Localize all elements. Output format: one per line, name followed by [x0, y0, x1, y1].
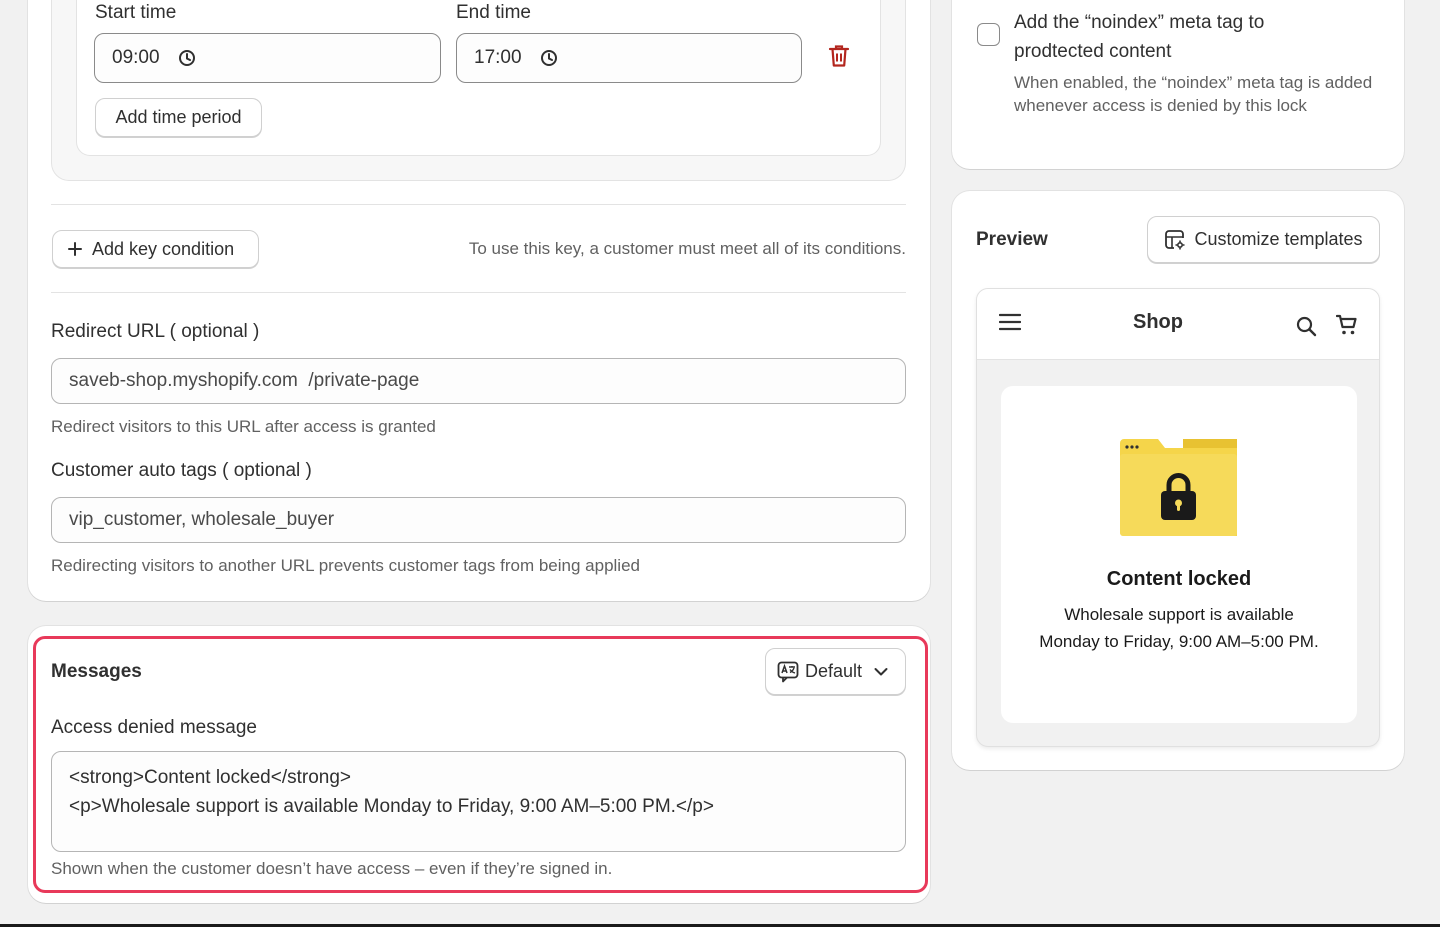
- divider: [51, 204, 906, 205]
- preview-title: Preview: [976, 229, 1048, 250]
- trash-icon[interactable]: [828, 44, 850, 68]
- redirect-url-input[interactable]: saveb-shop.myshopify.com /private-page: [51, 358, 906, 404]
- end-time-label: End time: [456, 2, 531, 23]
- key-settings-card: Start time End time 09:00 17:00 Add time…: [28, 0, 930, 601]
- add-key-condition-label: Add key condition: [92, 238, 235, 259]
- storefront-preview: Shop Content locked Wholesale support is…: [976, 288, 1380, 747]
- clock-icon: [540, 49, 558, 67]
- customize-templates-button[interactable]: Customize templates: [1147, 216, 1380, 263]
- noindex-label-line-1: Add the “noindex” meta tag to: [1014, 12, 1265, 33]
- locked-content-card: Content locked Wholesale support is avai…: [1001, 386, 1357, 723]
- access-denied-line-2: <p>Wholesale support is available Monday…: [69, 796, 714, 817]
- add-time-period-label: Add time period: [115, 107, 242, 127]
- translate-icon: [777, 661, 799, 683]
- auto-tags-help: Redirecting visitors to another URL prev…: [51, 556, 640, 575]
- access-denied-help: Shown when the customer doesn’t have acc…: [51, 859, 613, 878]
- preview-card: Preview Customize templates Shop Content…: [952, 191, 1404, 770]
- language-select[interactable]: Default: [765, 648, 906, 695]
- redirect-url-label: Redirect URL ( optional ): [51, 321, 260, 342]
- locked-title: Content locked: [1106, 568, 1252, 590]
- access-denied-line-1: <strong>Content locked</strong>: [69, 767, 352, 788]
- locked-text: Wholesale support is available Monday to…: [1039, 605, 1319, 651]
- messages-title: Messages: [51, 661, 142, 682]
- shop-title: Shop: [1133, 311, 1183, 333]
- noindex-checkbox[interactable]: [977, 23, 1000, 46]
- language-select-value: Default: [805, 661, 863, 681]
- divider: [51, 292, 906, 293]
- noindex-label: Add the “noindex” meta tag to prodtected…: [1014, 8, 1264, 66]
- messages-card: Messages Default Access denied message <…: [28, 626, 930, 903]
- redirect-url-help: Redirect visitors to this URL after acce…: [51, 417, 436, 436]
- auto-tags-label: Customer auto tags ( optional ): [51, 460, 312, 481]
- search-icon[interactable]: [1296, 316, 1317, 337]
- chevron-down-icon: [874, 667, 888, 677]
- start-time-value: 09:00: [112, 47, 160, 68]
- start-time-label: Start time: [95, 2, 177, 23]
- access-denied-textarea[interactable]: <strong>Content locked</strong> <p>Whole…: [51, 751, 906, 852]
- redirect-url-value: saveb-shop.myshopify.com /private-page: [69, 370, 420, 391]
- conditions-note: To use this key, a customer must meet al…: [468, 239, 906, 258]
- start-time-input[interactable]: 09:00: [94, 33, 441, 83]
- add-time-period-button[interactable]: Add time period: [95, 98, 262, 137]
- customize-icon: [1164, 229, 1186, 251]
- seo-card: Add the “noindex” meta tag to prodtected…: [952, 0, 1404, 169]
- noindex-label-line-2: prodtected content: [1014, 41, 1172, 62]
- storefront-header: Shop: [977, 289, 1379, 360]
- folder-lock-icon: [1120, 439, 1237, 536]
- access-denied-label: Access denied message: [51, 717, 257, 738]
- cart-icon[interactable]: [1336, 314, 1358, 336]
- auto-tags-input[interactable]: vip_customer, wholesale_buyer: [51, 497, 906, 543]
- auto-tags-value: vip_customer, wholesale_buyer: [69, 509, 335, 530]
- clock-icon: [178, 49, 196, 67]
- end-time-value: 17:00: [474, 47, 522, 68]
- end-time-input[interactable]: 17:00: [456, 33, 802, 83]
- add-key-condition-button[interactable]: Add key condition: [52, 230, 259, 268]
- noindex-help: When enabled, the “noindex” meta tag is …: [1014, 73, 1373, 115]
- plus-icon: [67, 241, 83, 257]
- customize-templates-label: Customize templates: [1194, 229, 1363, 249]
